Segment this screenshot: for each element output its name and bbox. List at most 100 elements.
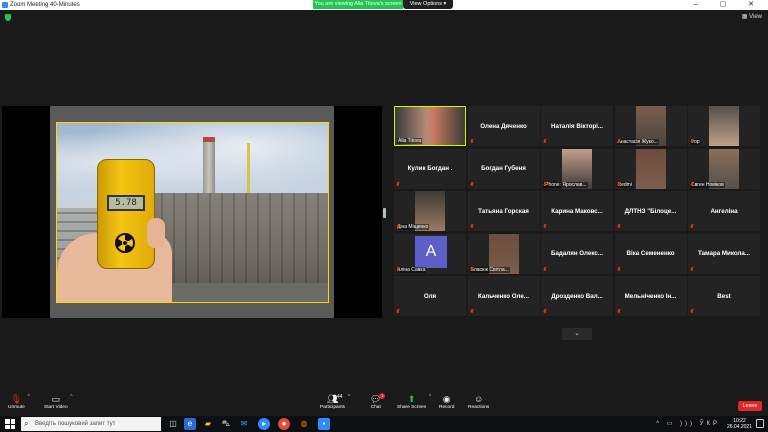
participant-name: Євген Новіков [690, 181, 725, 188]
muted-mic-icon [544, 139, 546, 143]
taskbar-search-input[interactable]: ⌕ Введіть пошуковий запит тут [21, 417, 161, 431]
participant-tile[interactable]: Анастасія Жуко... [614, 106, 687, 146]
muted-mic-icon [691, 224, 693, 228]
encryption-shield-icon[interactable] [5, 14, 11, 21]
participant-tile[interactable]: ДЛТНЗ "Білоце... [614, 191, 687, 231]
muted-mic-icon [617, 139, 620, 143]
mail-icon[interactable]: ✉ [238, 418, 250, 430]
muted-mic-icon [544, 266, 546, 271]
start-video-button[interactable]: ▭ Start Video ^ [44, 394, 73, 410]
participant-avatar: A [415, 235, 447, 268]
muted-mic-icon [617, 309, 620, 313]
notification-center-icon[interactable] [756, 419, 764, 428]
participant-tile[interactable]: Віка Семененко [614, 233, 687, 274]
shared-screen[interactable]: 5.78 [2, 106, 382, 318]
participant-tile[interactable]: Дрозденко Вал... [541, 276, 613, 316]
windows-start-icon[interactable] [5, 419, 15, 429]
participant-tile[interactable]: Оля [394, 276, 466, 316]
meeting-area: ▦ View 5.78 Alla Titova Олена Дяченко Ната… [0, 10, 768, 392]
chat-label: Chat [370, 405, 381, 410]
muted-mic-icon [544, 181, 546, 186]
participant-tile[interactable]: iPhone: Ярослав... [541, 148, 613, 189]
viewing-screen-banner: You are viewing Alla Titova's screen [313, 0, 403, 9]
view-button-label: View [749, 14, 762, 20]
file-explorer-icon[interactable]: ▰ [202, 418, 214, 430]
participant-tile[interactable]: Наталія Вікторі... [541, 106, 613, 146]
participant-name: Бадалян Олекс... [551, 250, 603, 257]
participant-name: Дрозденко Вал... [551, 292, 603, 300]
record-label: Record [439, 405, 455, 410]
muted-mic-icon [691, 139, 693, 143]
participant-tile[interactable]: Власюк Світла... [467, 233, 540, 274]
unmute-button[interactable]: 🎙︎ Unmute ^ [8, 394, 30, 410]
participant-tile[interactable]: Кальченко Оле... [467, 276, 540, 316]
participant-name: Best [717, 292, 731, 300]
record-button[interactable]: ◉ Record [439, 394, 454, 410]
participant-tile[interactable]: Ангеліна [688, 191, 760, 231]
share-options-caret-icon[interactable]: ^ [429, 394, 431, 400]
view-button[interactable]: ▦ View [742, 13, 762, 20]
share-screen-button[interactable]: ⬆ Share Screen ^ [397, 394, 431, 410]
participant-tile[interactable]: Redmi [614, 148, 687, 189]
participant-tile[interactable]: Best [688, 276, 760, 316]
firefox-icon[interactable]: ◍ [298, 418, 310, 430]
participant-tile[interactable]: A Аліна Савка [394, 233, 466, 274]
muted-mic-icon [397, 181, 399, 186]
audio-options-caret-icon[interactable]: ^ [27, 394, 29, 400]
chrome-icon[interactable]: ● [278, 418, 290, 430]
chevron-down-icon: ⌄ [574, 330, 580, 337]
participant-tile[interactable]: Alla Titova [394, 106, 466, 146]
muted-mic-icon [617, 266, 620, 271]
taskbar-clock[interactable]: 10:22 26.04.2021 [727, 418, 752, 430]
participant-tile[interactable]: Богдан Губеня [467, 148, 540, 189]
participant-name: Діна Міщенко [396, 224, 430, 230]
split-view-handle[interactable] [383, 208, 386, 218]
zoom-meeting-taskbar-icon[interactable]: ▪ [318, 418, 330, 430]
chat-unread-badge: 1 [379, 393, 386, 399]
participant-name: Богдан Губеня [481, 165, 526, 172]
participant-tile[interactable]: Євген Новіков [688, 148, 760, 189]
window-controls[interactable]: – ▢ ✕ [694, 0, 764, 10]
participant-tile[interactable]: Ігор [688, 106, 760, 146]
participant-tile[interactable]: Кулик Богдан . [394, 148, 466, 189]
participant-name: Ангеліна [710, 207, 738, 215]
participant-name: Alla Titova [397, 138, 423, 144]
participant-tile[interactable]: Карина Маковс... [541, 191, 613, 231]
muted-mic-icon [470, 266, 473, 271]
participant-name: Олена Дяченко [480, 122, 527, 130]
chat-button[interactable]: 💬︎ 1 Chat [370, 393, 386, 410]
participant-video [635, 148, 666, 189]
edge-browser-icon[interactable]: e [184, 418, 196, 430]
leave-button[interactable]: Leave [738, 401, 762, 411]
muted-mic-icon [470, 139, 473, 143]
start-video-label: Start Video [44, 405, 68, 410]
participant-name: Власюк Світла... [469, 266, 510, 273]
zoom-app-icon [2, 2, 8, 8]
participant-name: Анастасія Жуко... [616, 139, 659, 145]
participant-tile[interactable]: Бадалян Олекс... [541, 233, 613, 274]
zoom-taskbar-icon[interactable]: ▸ [258, 418, 270, 430]
task-view-icon[interactable]: ◫ [167, 418, 179, 430]
muted-mic-icon: 🎙︎ [10, 394, 23, 404]
system-tray-icons[interactable]: ^ ▭ ))) ЎКР [656, 420, 720, 427]
participants-label: Participants [320, 405, 346, 410]
participants-caret-icon[interactable]: ^ [348, 394, 350, 400]
video-options-caret-icon[interactable]: ^ [70, 394, 72, 400]
participant-tile[interactable]: Діна Міщенко [394, 191, 466, 231]
participant-name: Кулик Богдан . [407, 165, 453, 172]
participants-button[interactable]: 👥︎ 44 Participants ^ [320, 394, 350, 410]
store-icon[interactable]: ⛍ [220, 418, 232, 430]
gallery-scroll-button[interactable]: ⌄ [562, 328, 592, 340]
participant-tile[interactable]: Олена Дяченко [467, 106, 540, 146]
thumb [147, 218, 165, 248]
view-options-button[interactable]: View Options ▾ [403, 0, 453, 9]
reactions-button[interactable]: ☺ Reactions [468, 394, 489, 410]
participant-tile[interactable]: Тамара Микола... [688, 233, 760, 274]
participant-tile[interactable]: Татьяна Горская [467, 191, 540, 231]
muted-mic-icon [397, 224, 399, 228]
muted-mic-icon [470, 181, 473, 186]
radiation-icon-center [122, 240, 128, 246]
participants-count: 44 [337, 394, 343, 400]
participant-tile[interactable]: Мельніченко Ін... [614, 276, 687, 316]
participant-name: iPhone: Ярослав... [543, 181, 588, 188]
